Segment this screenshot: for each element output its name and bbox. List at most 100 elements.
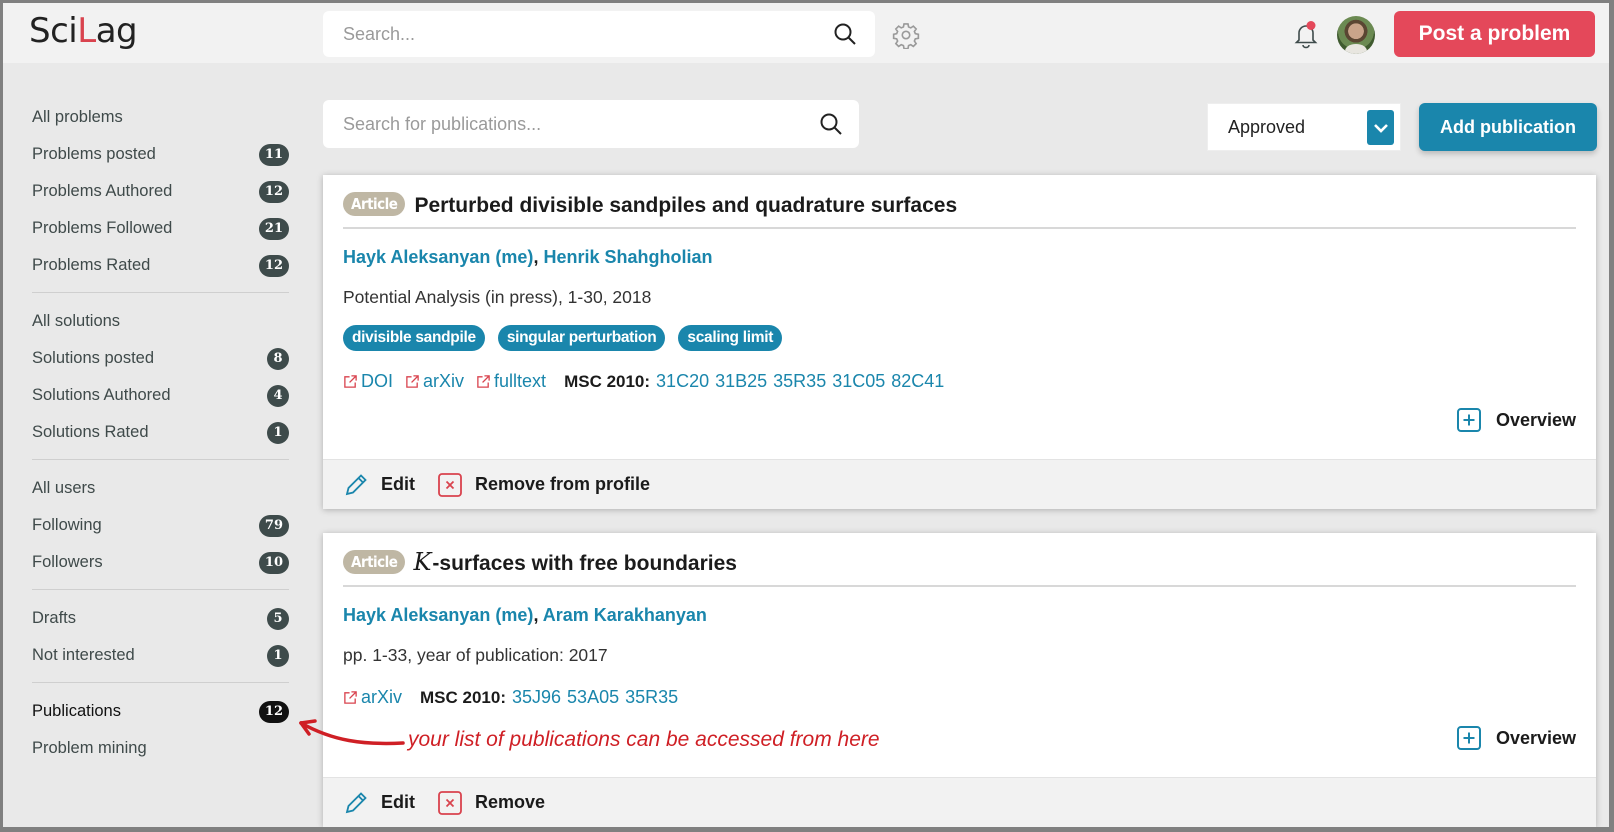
count-badge: 1	[267, 421, 289, 444]
title-text: -surfaces with free boundaries	[432, 552, 737, 575]
logo-text-suffix: ag	[95, 11, 138, 51]
sidebar-item-label: All problems	[32, 108, 123, 126]
msc-code[interactable]: 35R35	[773, 371, 826, 392]
sidebar-divider	[32, 292, 289, 293]
sidebar-item-all-problems[interactable]: All problems	[32, 99, 289, 136]
count-badge: 4	[267, 384, 289, 407]
search-icon[interactable]	[819, 112, 843, 136]
card-actions: Edit Remove	[323, 777, 1596, 827]
bell-icon[interactable]	[1292, 20, 1320, 50]
fulltext-link[interactable]: fulltext	[476, 371, 546, 392]
close-box-icon	[438, 472, 462, 497]
count-badge: 12	[258, 180, 289, 203]
publication-search-input[interactable]	[323, 100, 859, 148]
count-badge: 10	[258, 551, 289, 574]
gear-icon[interactable]	[892, 21, 920, 49]
sidebar-item-problems-rated[interactable]: Problems Rated 12	[32, 247, 289, 284]
logo-text-prefix: Sci	[29, 11, 78, 51]
publication-source: Potential Analysis (in press), 1-30, 201…	[343, 287, 652, 307]
sidebar-item-following[interactable]: Following 79	[32, 507, 289, 544]
sidebar-divider	[32, 682, 289, 683]
sidebar-item-problem-mining[interactable]: Problem mining	[32, 730, 289, 767]
edit-button[interactable]: Edit	[343, 790, 415, 816]
msc-code[interactable]: 35J96	[512, 687, 561, 708]
overview-toggle[interactable]: Overview	[1456, 407, 1576, 433]
publication-header: Article Perturbed divisible sandpiles an…	[343, 191, 1576, 229]
author-separator: ,	[533, 247, 544, 267]
msc-code[interactable]: 35R35	[625, 687, 678, 708]
msc-code[interactable]: 53A05	[567, 687, 619, 708]
sidebar-item-solutions-rated[interactable]: Solutions Rated 1	[32, 414, 289, 451]
publication-title[interactable]: Perturbed divisible sandpiles and quadra…	[413, 190, 957, 218]
chevron-down-icon	[1373, 123, 1388, 133]
pencil-icon	[345, 791, 367, 813]
count-badge: 11	[258, 143, 289, 166]
app-window: SciLag Post a problem All problems Probl…	[3, 3, 1609, 827]
msc-code[interactable]: 31C05	[832, 371, 885, 392]
edit-label: Edit	[381, 792, 415, 812]
author-separator: ,	[533, 605, 543, 625]
status-filter-select[interactable]: Approved	[1207, 103, 1401, 151]
keyword-tag[interactable]: singular perturbation	[497, 325, 666, 351]
sidebar-item-not-interested[interactable]: Not interested 1	[32, 637, 289, 674]
overview-toggle[interactable]: Overview	[1456, 725, 1576, 751]
add-publication-button[interactable]: Add publication	[1419, 103, 1597, 151]
author-link[interactable]: Aram Karakhanyan	[543, 605, 707, 625]
title-text: Perturbed divisible sandpiles and quadra…	[414, 194, 958, 217]
sidebar-item-problems-followed[interactable]: Problems Followed 21	[32, 210, 289, 247]
sidebar-item-publications[interactable]: Publications 12	[32, 693, 289, 730]
sidebar-item-all-users[interactable]: All users	[32, 470, 289, 507]
card-actions: Edit Remove from profile	[323, 459, 1596, 509]
publication-links: DOI arXiv fulltext MSC 2010: 31C20 31B25…	[343, 371, 950, 392]
dropdown-toggle[interactable]	[1367, 110, 1394, 145]
sidebar-item-all-solutions[interactable]: All solutions	[32, 303, 289, 340]
pencil-icon	[345, 473, 367, 495]
publication-search	[323, 100, 859, 148]
publication-card: Article Perturbed divisible sandpiles an…	[323, 175, 1596, 509]
publication-links: arXiv MSC 2010: 35J96 53A05 35R35	[343, 687, 684, 708]
edit-button[interactable]: Edit	[343, 472, 415, 498]
sidebar-item-label: Solutions posted	[32, 349, 155, 367]
remove-label: Remove	[475, 792, 546, 812]
plus-square-icon	[1456, 408, 1481, 432]
sidebar-item-followers[interactable]: Followers 10	[32, 544, 289, 581]
sidebar-item-label: Problems Authored	[32, 182, 173, 200]
close-box-icon	[438, 790, 462, 815]
arxiv-link[interactable]: arXiv	[405, 371, 464, 392]
post-problem-button[interactable]: Post a problem	[1394, 11, 1595, 57]
sidebar-item-label: All solutions	[32, 312, 121, 330]
sidebar-item-problems-posted[interactable]: Problems posted 11	[32, 136, 289, 173]
count-badge: 79	[258, 514, 289, 537]
count-badge: 21	[258, 217, 289, 240]
msc-code[interactable]: 31C20	[656, 371, 709, 392]
user-avatar[interactable]	[1337, 16, 1375, 54]
global-search-input[interactable]	[323, 11, 875, 57]
status-filter-value: Approved	[1228, 117, 1306, 137]
count-badge: 12	[258, 700, 289, 723]
arxiv-link[interactable]: arXiv	[343, 687, 402, 708]
sidebar-item-solutions-posted[interactable]: Solutions posted 8	[32, 340, 289, 377]
msc-code[interactable]: 31B25	[715, 371, 767, 392]
publication-title[interactable]: K-surfaces with free boundaries	[413, 548, 737, 576]
author-link[interactable]: Hayk Aleksanyan (me)	[343, 605, 533, 625]
doi-link[interactable]: DOI	[343, 371, 393, 392]
title-math: K	[413, 548, 432, 576]
author-link[interactable]: Hayk Aleksanyan (me)	[343, 247, 533, 267]
external-link-icon	[344, 375, 357, 388]
link-label: fulltext	[494, 371, 547, 391]
sidebar-item-problems-authored[interactable]: Problems Authored 12	[32, 173, 289, 210]
msc-code[interactable]: 82C41	[891, 371, 944, 392]
remove-from-profile-button[interactable]: Remove from profile	[437, 472, 650, 498]
count-badge: 5	[267, 607, 289, 630]
sidebar-item-solutions-authored[interactable]: Solutions Authored 4	[32, 377, 289, 414]
annotation-arrow-icon	[299, 719, 405, 746]
author-link[interactable]: Henrik Shahgholian	[543, 247, 712, 267]
keyword-tag[interactable]: scaling limit	[678, 325, 783, 351]
keyword-tag[interactable]: divisible sandpile	[343, 325, 485, 351]
remove-button[interactable]: Remove	[437, 790, 545, 816]
scilag-logo[interactable]: SciLag	[29, 11, 138, 51]
count-badge: 8	[267, 347, 289, 370]
search-icon[interactable]	[833, 22, 857, 46]
sidebar-item-drafts[interactable]: Drafts 5	[32, 600, 289, 637]
publication-authors: Hayk Aleksanyan (me), Henrik Shahgholian	[343, 247, 712, 268]
